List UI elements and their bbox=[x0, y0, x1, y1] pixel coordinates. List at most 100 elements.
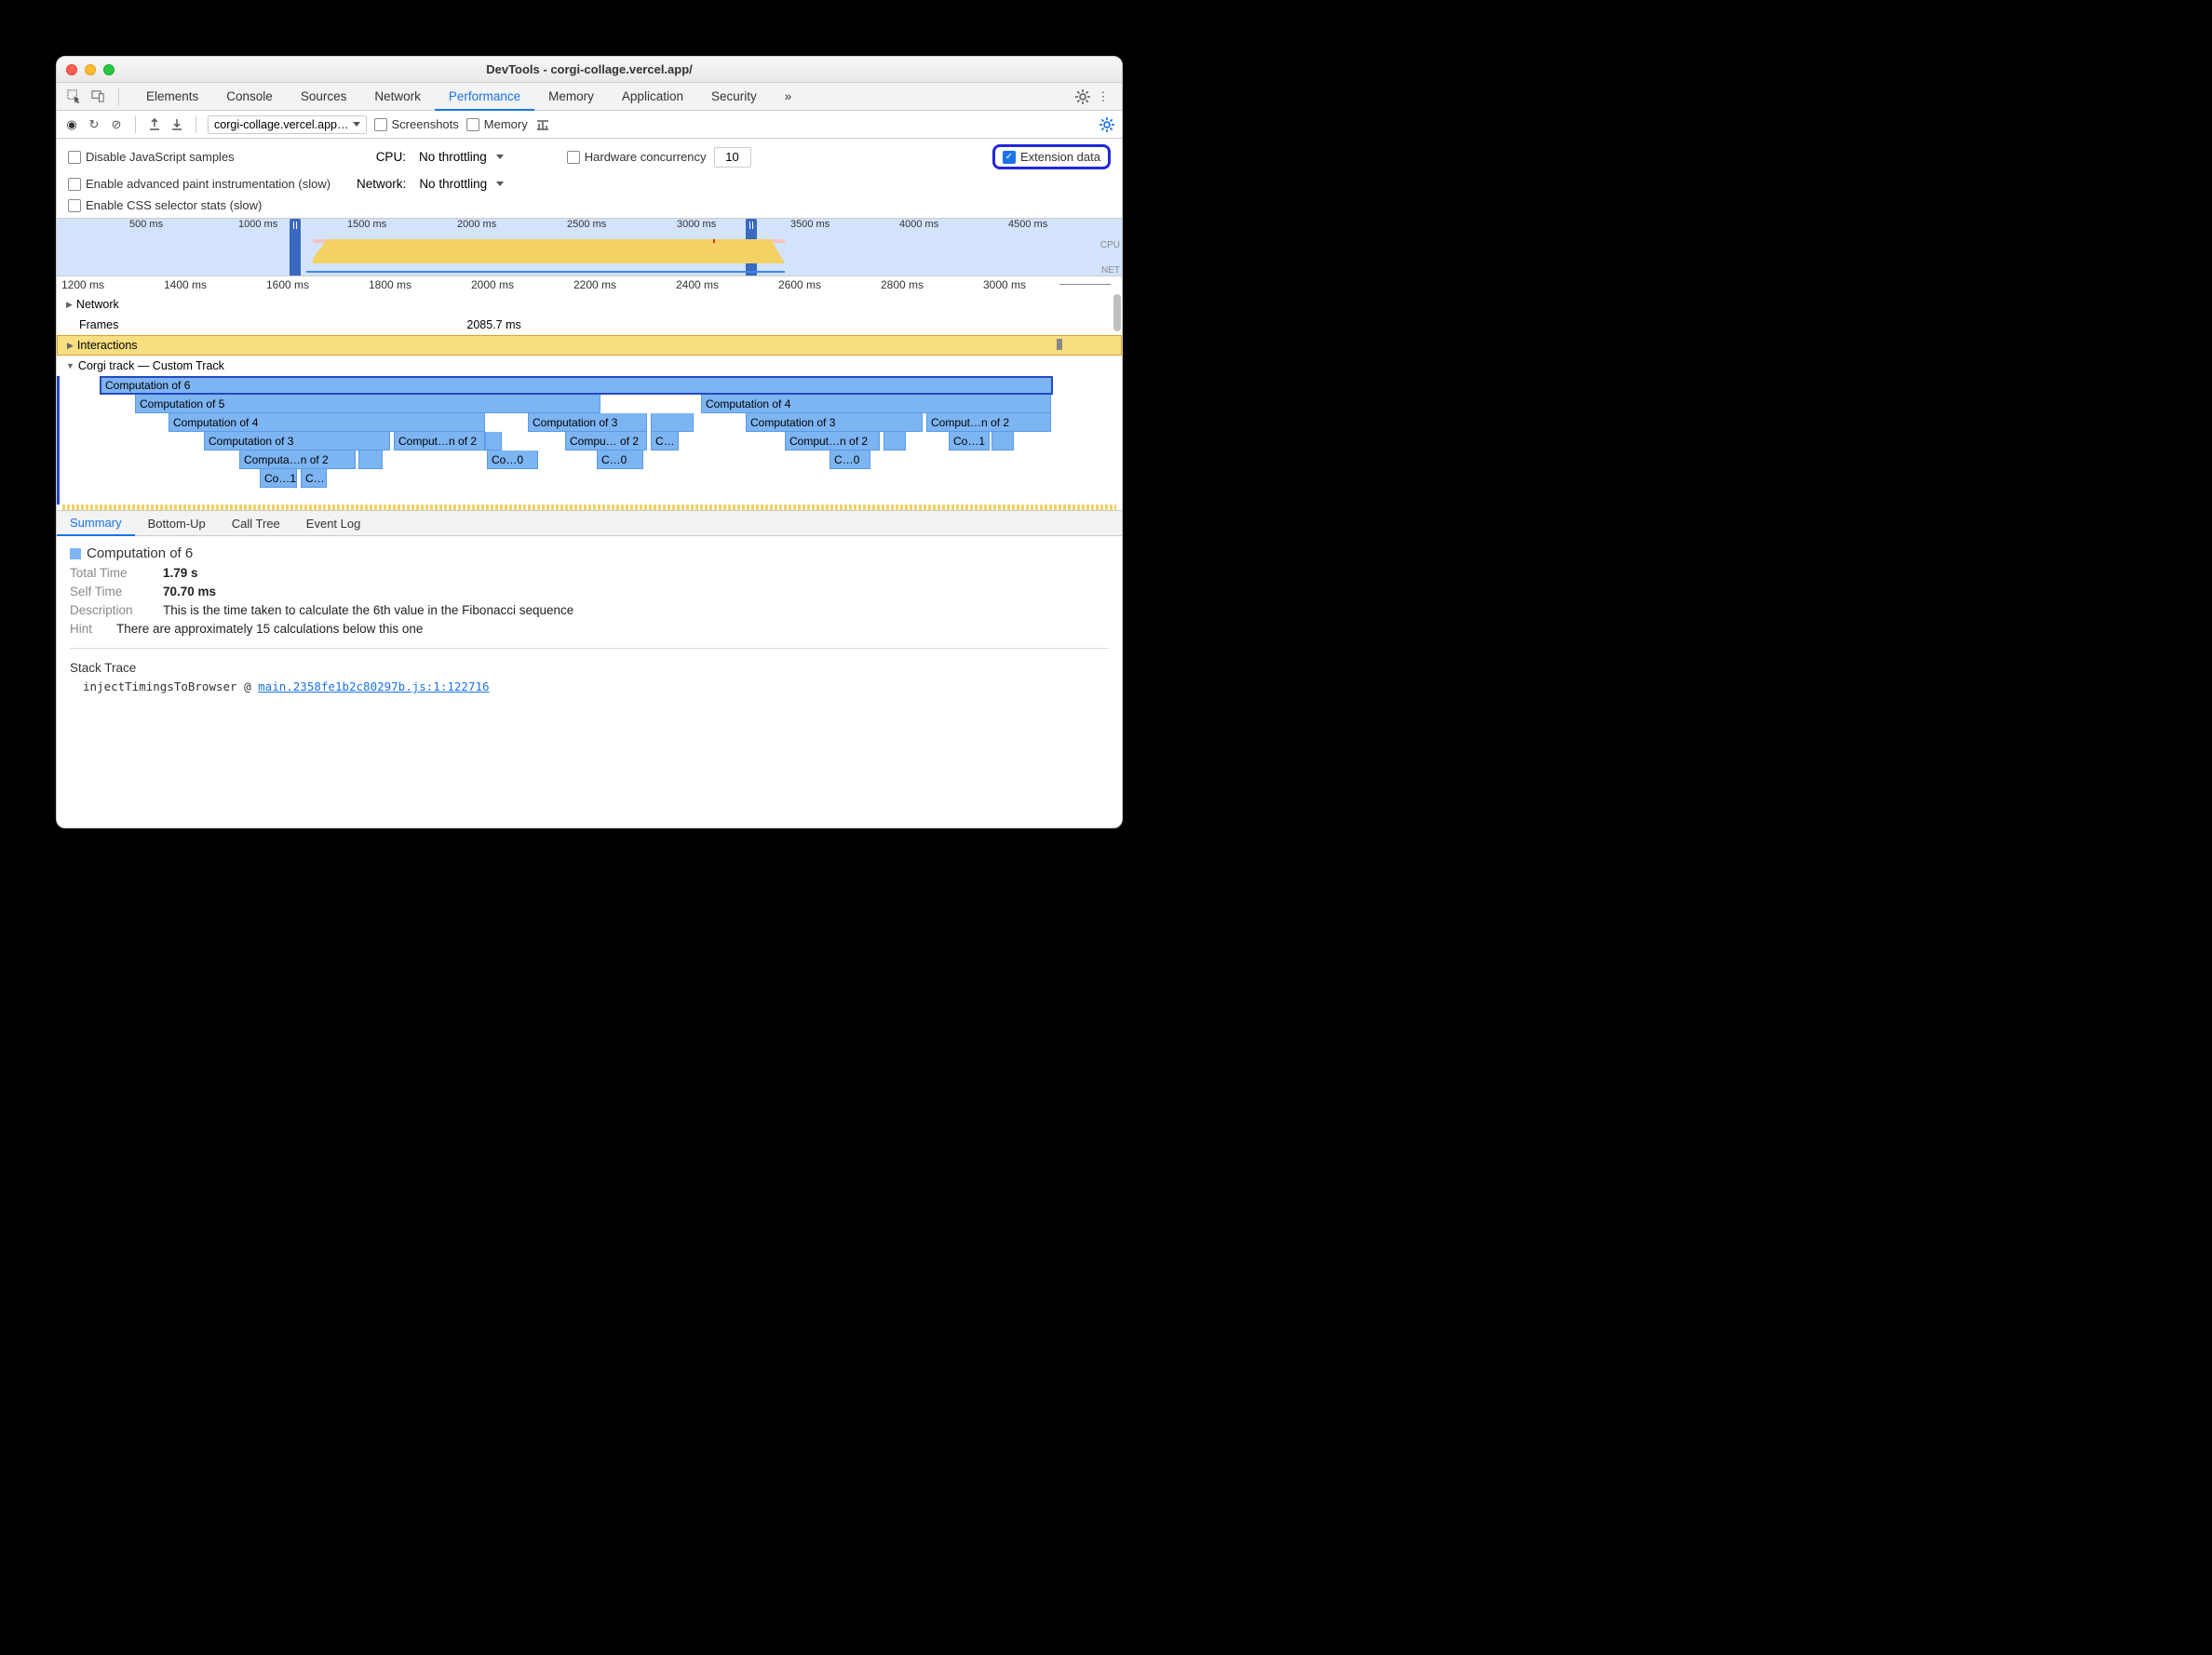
tracks-scrollbar[interactable] bbox=[1113, 294, 1121, 331]
capture-settings-row-3: Enable CSS selector stats (slow) bbox=[57, 198, 1122, 218]
tab-sources[interactable]: Sources bbox=[287, 84, 361, 110]
device-mode-icon[interactable] bbox=[90, 89, 105, 104]
overview-tick: 2000 ms bbox=[457, 219, 496, 230]
flame-bar[interactable]: Computation of 3 bbox=[746, 413, 923, 432]
tab-console[interactable]: Console bbox=[212, 84, 287, 110]
ruler-tick: 3000 ms bbox=[983, 278, 1026, 291]
tab-memory[interactable]: Memory bbox=[534, 84, 608, 110]
overview-tick: 500 ms bbox=[129, 219, 163, 230]
devtools-window: DevTools - corgi-collage.vercel.app/ Ele… bbox=[56, 56, 1123, 828]
flame-bar[interactable]: Computa…n of 2 bbox=[239, 451, 356, 469]
overview-tick: 1000 ms bbox=[238, 219, 277, 230]
disable-js-samples-checkbox[interactable]: Disable JavaScript samples bbox=[68, 150, 235, 164]
details-tab-bottomup[interactable]: Bottom-Up bbox=[135, 512, 219, 535]
inspect-icon[interactable] bbox=[66, 89, 81, 104]
recording-select[interactable]: corgi-collage.vercel.app… bbox=[208, 115, 367, 134]
flame-bar[interactable]: Compu… of 2 bbox=[565, 432, 647, 451]
flame-bar[interactable]: Co…0 bbox=[487, 451, 538, 469]
flame-bar[interactable]: Computation of 6 bbox=[100, 376, 1053, 395]
ruler-tick: 1600 ms bbox=[266, 278, 309, 291]
hardware-concurrency-checkbox[interactable]: Hardware concurrency bbox=[567, 150, 707, 164]
capture-settings-row-1: Disable JavaScript samples CPU: No throt… bbox=[57, 139, 1122, 175]
timeline-overview[interactable]: 500 ms1000 ms1500 ms2000 ms2500 ms3000 m… bbox=[57, 218, 1122, 276]
tab-security[interactable]: Security bbox=[697, 84, 771, 110]
kebab-icon[interactable]: ⋮ bbox=[1096, 89, 1111, 104]
flame-bar[interactable]: Computation of 4 bbox=[169, 413, 485, 432]
details-tab-calltree[interactable]: Call Tree bbox=[219, 512, 293, 535]
network-throttle-select[interactable]: No throttling bbox=[413, 175, 509, 193]
extension-data-checkbox[interactable]: ✓Extension data bbox=[1003, 150, 1100, 164]
summary-panel: Computation of 6 Total Time1.79 s Self T… bbox=[57, 536, 1122, 703]
upload-icon[interactable] bbox=[147, 117, 162, 132]
flame-bar[interactable]: Computation of 3 bbox=[204, 432, 390, 451]
stack-trace-source-link[interactable]: main.2358fe1b2c80297b.js:1:122716 bbox=[258, 679, 489, 693]
flame-bar[interactable]: Computation of 3 bbox=[528, 413, 647, 432]
details-tabstrip: Summary Bottom-Up Call Tree Event Log bbox=[57, 510, 1122, 536]
flame-bar[interactable]: Co…1 bbox=[949, 432, 990, 451]
overview-tick: 3500 ms bbox=[790, 219, 830, 230]
flame-bar[interactable]: Computation of 5 bbox=[135, 395, 600, 413]
flame-bar[interactable]: Co…1 bbox=[260, 469, 297, 488]
capture-settings-row-2: Enable advanced paint instrumentation (s… bbox=[57, 175, 1122, 198]
tracks-area: ▶Network Frames 2085.7 ms ▶Interactions … bbox=[57, 294, 1122, 510]
summary-color-swatch bbox=[70, 548, 81, 559]
cpu-label: CPU: bbox=[376, 150, 406, 164]
panel-tabs: Elements Console Sources Network Perform… bbox=[132, 84, 805, 110]
details-tab-eventlog[interactable]: Event Log bbox=[293, 512, 374, 535]
tab-application[interactable]: Application bbox=[608, 84, 697, 110]
summary-title: Computation of 6 bbox=[87, 545, 193, 561]
overview-tick: 4000 ms bbox=[899, 219, 938, 230]
garbage-collect-icon[interactable] bbox=[535, 117, 550, 132]
flame-bar[interactable]: C… bbox=[301, 469, 327, 488]
flame-bar[interactable] bbox=[991, 432, 1014, 451]
overview-cpu-label: CPU bbox=[1100, 240, 1120, 250]
flame-bar[interactable] bbox=[883, 432, 906, 451]
download-icon[interactable] bbox=[169, 117, 184, 132]
css-selector-stats-checkbox[interactable]: Enable CSS selector stats (slow) bbox=[68, 198, 262, 212]
flame-bar[interactable]: C… bbox=[651, 432, 679, 451]
network-track-header[interactable]: ▶Network bbox=[57, 294, 1122, 315]
details-tab-summary[interactable]: Summary bbox=[57, 511, 135, 536]
tab-elements[interactable]: Elements bbox=[132, 84, 212, 110]
flame-bar[interactable] bbox=[358, 451, 383, 469]
ruler-tick: 1200 ms bbox=[61, 278, 104, 291]
advanced-paint-checkbox[interactable]: Enable advanced paint instrumentation (s… bbox=[68, 177, 330, 191]
flame-bar[interactable]: C…0 bbox=[597, 451, 643, 469]
flame-bar[interactable]: Comput…n of 2 bbox=[785, 432, 880, 451]
overview-handle-left[interactable] bbox=[290, 219, 301, 276]
flame-bar[interactable]: C…0 bbox=[830, 451, 870, 469]
ruler-tick: 2000 ms bbox=[471, 278, 514, 291]
overview-tick: 1500 ms bbox=[347, 219, 386, 230]
tab-network[interactable]: Network bbox=[360, 84, 435, 110]
flame-chart[interactable]: Computation of 6Computation of 5Computat… bbox=[57, 376, 1122, 505]
record-icon[interactable]: ◉ bbox=[64, 117, 79, 132]
capture-settings-gear-icon[interactable] bbox=[1099, 117, 1114, 132]
interactions-track-header[interactable]: ▶Interactions bbox=[57, 335, 1122, 356]
summary-total-time: 1.79 s bbox=[163, 566, 198, 580]
reload-record-icon[interactable]: ↻ bbox=[87, 117, 101, 132]
flame-bar[interactable] bbox=[485, 432, 502, 451]
screenshots-checkbox[interactable]: Screenshots bbox=[374, 117, 459, 131]
clear-icon[interactable]: ⊘ bbox=[109, 117, 124, 132]
flame-bar[interactable] bbox=[651, 413, 694, 432]
flame-bar[interactable]: Computation of 4 bbox=[701, 395, 1051, 413]
ruler-tick: 2200 ms bbox=[573, 278, 616, 291]
cpu-throttle-select[interactable]: No throttling bbox=[413, 148, 509, 166]
tab-performance[interactable]: Performance bbox=[435, 84, 534, 111]
stack-trace-entry: injectTimingsToBrowser @ main.2358fe1b2c… bbox=[70, 679, 1109, 693]
more-tabs-icon[interactable]: » bbox=[771, 84, 806, 110]
flame-bar[interactable]: Comput…n of 2 bbox=[926, 413, 1051, 432]
hardware-concurrency-input[interactable] bbox=[714, 147, 751, 168]
ruler-tick: 1400 ms bbox=[164, 278, 207, 291]
summary-description: This is the time taken to calculate the … bbox=[163, 603, 573, 617]
detailed-ruler[interactable]: 1200 ms1400 ms1600 ms1800 ms2000 ms2200 … bbox=[57, 276, 1122, 294]
overview-net-label: NET bbox=[1101, 265, 1120, 276]
window-title: DevTools - corgi-collage.vercel.app/ bbox=[57, 62, 1122, 76]
flame-bar[interactable]: Comput…n of 2 bbox=[394, 432, 485, 451]
frames-track[interactable]: Frames 2085.7 ms bbox=[57, 315, 1122, 335]
custom-track-header[interactable]: ▼Corgi track — Custom Track bbox=[57, 356, 1122, 376]
main-tabstrip: Elements Console Sources Network Perform… bbox=[57, 83, 1122, 111]
gear-icon[interactable] bbox=[1075, 89, 1090, 104]
memory-checkbox[interactable]: Memory bbox=[466, 117, 528, 131]
network-label: Network: bbox=[357, 177, 406, 191]
